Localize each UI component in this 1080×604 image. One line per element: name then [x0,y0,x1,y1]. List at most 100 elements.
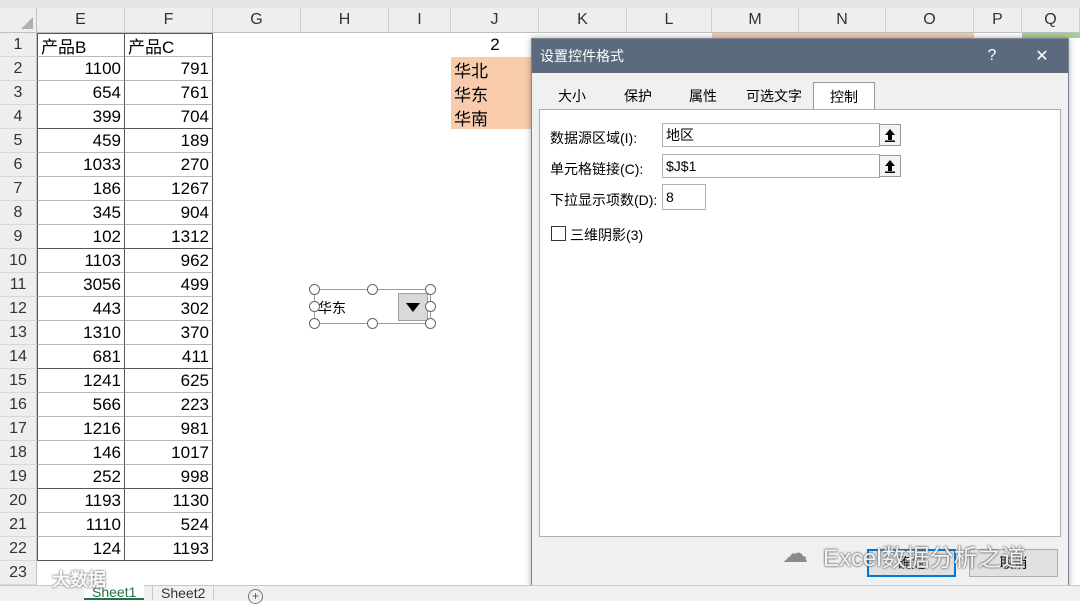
row-header[interactable]: 23 [0,561,37,585]
dropdown-lines-field[interactable]: 8 [662,184,706,210]
table-cell[interactable]: 223 [125,393,213,417]
row-header[interactable]: 19 [0,465,37,489]
row-header[interactable]: 20 [0,489,37,513]
cell-link-collapse-button[interactable] [879,155,901,177]
cell-f1[interactable]: 产品C [125,33,213,57]
resize-handle[interactable] [309,301,320,312]
cell-e1[interactable]: 产品B [37,33,125,57]
table-cell[interactable]: 124 [37,537,125,561]
row-header[interactable]: 21 [0,513,37,537]
table-cell[interactable]: 791 [125,57,213,81]
row-header[interactable]: 16 [0,393,37,417]
row-header[interactable]: 7 [0,177,37,201]
table-cell[interactable]: 1216 [37,417,125,441]
row-header[interactable]: 11 [0,273,37,297]
row-header[interactable]: 22 [0,537,37,561]
resize-handle[interactable] [367,318,378,329]
combobox-dropdown-button[interactable] [398,293,428,321]
table-cell[interactable]: 1312 [125,225,213,249]
row-header[interactable]: 18 [0,441,37,465]
combobox-control[interactable]: 华东 [309,284,436,329]
row-header[interactable]: 17 [0,417,37,441]
column-header-g[interactable]: G [213,8,301,33]
table-cell[interactable]: 1103 [37,249,125,273]
tab-alt-text[interactable]: 可选文字 [738,83,810,109]
column-header-e[interactable]: E [37,8,125,33]
input-range-collapse-button[interactable] [879,124,901,146]
row-header[interactable]: 10 [0,249,37,273]
table-cell[interactable]: 524 [125,513,213,537]
table-cell[interactable]: 1267 [125,177,213,201]
column-header-p[interactable]: P [974,8,1022,33]
table-cell[interactable]: 270 [125,153,213,177]
table-cell[interactable]: 3056 [37,273,125,297]
resize-handle[interactable] [309,284,320,295]
row-header[interactable]: 6 [0,153,37,177]
select-all-corner[interactable] [0,8,37,33]
resize-handle[interactable] [425,284,436,295]
table-cell[interactable]: 1100 [37,57,125,81]
column-header-l[interactable]: L [627,8,712,33]
table-cell[interactable]: 1193 [125,537,213,561]
resize-handle[interactable] [425,301,436,312]
table-cell[interactable]: 1130 [125,489,213,513]
column-header-q[interactable]: Q [1022,8,1080,33]
row-header[interactable]: 15 [0,369,37,393]
row-header[interactable]: 2 [0,57,37,81]
region-cell[interactable]: 华南 [451,105,531,129]
cell-link-field[interactable]: $J$1 [662,154,880,178]
table-cell[interactable]: 761 [125,81,213,105]
column-header-h[interactable]: H [301,8,389,33]
dialog-titlebar[interactable]: 设置控件格式 ? ✕ [532,39,1068,73]
row-header[interactable]: 4 [0,105,37,129]
resize-handle[interactable] [367,284,378,295]
table-cell[interactable]: 1110 [37,513,125,537]
tab-properties[interactable]: 属性 [677,83,729,109]
table-cell[interactable]: 302 [125,297,213,321]
shading-checkbox[interactable] [551,226,566,241]
table-cell[interactable]: 186 [37,177,125,201]
table-cell[interactable]: 904 [125,201,213,225]
table-cell[interactable]: 459 [37,129,125,153]
table-cell[interactable]: 189 [125,129,213,153]
sheet-tab-sheet2[interactable]: Sheet2 [152,585,215,601]
resize-handle[interactable] [425,318,436,329]
row-header[interactable]: 12 [0,297,37,321]
table-cell[interactable]: 399 [37,105,125,129]
table-cell[interactable]: 625 [125,369,213,393]
input-range-field[interactable]: 地区 [662,123,880,147]
close-button[interactable]: ✕ [1022,39,1062,73]
row-header[interactable]: 9 [0,225,37,249]
column-header-i[interactable]: I [389,8,451,33]
row-header[interactable]: 5 [0,129,37,153]
column-header-j[interactable]: J [451,8,539,33]
table-cell[interactable]: 566 [37,393,125,417]
table-cell[interactable]: 252 [37,465,125,489]
table-cell[interactable]: 981 [125,417,213,441]
column-header-o[interactable]: O [886,8,974,33]
table-cell[interactable]: 102 [37,225,125,249]
column-header-m[interactable]: M [712,8,799,33]
add-sheet-icon[interactable]: + [248,589,263,604]
row-header[interactable]: 3 [0,81,37,105]
row-header[interactable]: 14 [0,345,37,369]
tab-control[interactable]: 控制 [813,82,875,110]
row-header[interactable]: 1 [0,33,37,57]
table-cell[interactable]: 370 [125,321,213,345]
table-cell[interactable]: 146 [37,441,125,465]
table-cell[interactable]: 1017 [125,441,213,465]
column-header-n[interactable]: N [799,8,886,33]
row-header[interactable]: 13 [0,321,37,345]
table-cell[interactable]: 654 [37,81,125,105]
column-header-f[interactable]: F [125,8,213,33]
table-cell[interactable]: 499 [125,273,213,297]
cell-j1[interactable]: 2 [451,33,539,57]
table-cell[interactable]: 443 [37,297,125,321]
help-button[interactable]: ? [972,39,1012,73]
table-cell[interactable]: 1310 [37,321,125,345]
table-cell[interactable]: 1241 [37,369,125,393]
tab-size[interactable]: 大小 [546,83,598,109]
table-cell[interactable]: 1193 [37,489,125,513]
table-cell[interactable]: 1033 [37,153,125,177]
table-cell[interactable]: 998 [125,465,213,489]
